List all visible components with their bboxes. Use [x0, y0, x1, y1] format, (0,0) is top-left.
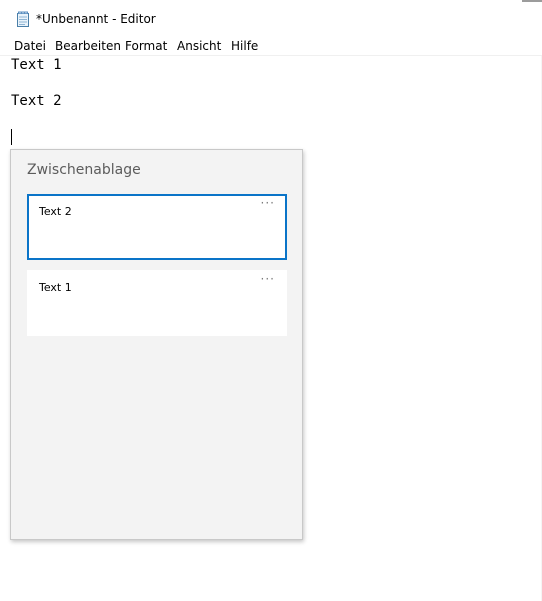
menu-bar: Datei Bearbeiten Format Ansicht Hilfe — [0, 37, 542, 56]
menu-format[interactable]: Format — [125, 39, 167, 53]
clipboard-item[interactable]: Text 2 ··· — [27, 194, 287, 260]
menu-edit[interactable]: Bearbeiten — [55, 39, 121, 53]
editor-line-1: Text 1 — [11, 57, 62, 73]
title-bar-accent — [522, 0, 542, 2]
title-bar[interactable]: *Unbenannt - Editor — [0, 0, 542, 37]
editor-line-3: Text 2 — [11, 93, 62, 109]
notepad-window: *Unbenannt - Editor Datei Bearbeiten For… — [0, 0, 542, 601]
clipboard-title: Zwischenablage — [27, 162, 141, 178]
text-caret — [11, 129, 12, 145]
notepad-icon — [17, 11, 29, 27]
clipboard-item[interactable]: Text 1 ··· — [27, 270, 287, 336]
window-title: *Unbenannt - Editor — [36, 12, 156, 26]
clipboard-item-text: Text 2 — [39, 205, 72, 218]
menu-view[interactable]: Ansicht — [177, 39, 221, 53]
clipboard-item-text: Text 1 — [39, 281, 72, 294]
more-options-icon[interactable]: ··· — [261, 196, 275, 210]
clipboard-panel: Zwischenablage Text 2 ··· Text 1 ··· — [10, 149, 303, 540]
menu-file[interactable]: Datei — [14, 39, 46, 53]
more-options-icon[interactable]: ··· — [261, 272, 275, 286]
menu-help[interactable]: Hilfe — [231, 39, 258, 53]
